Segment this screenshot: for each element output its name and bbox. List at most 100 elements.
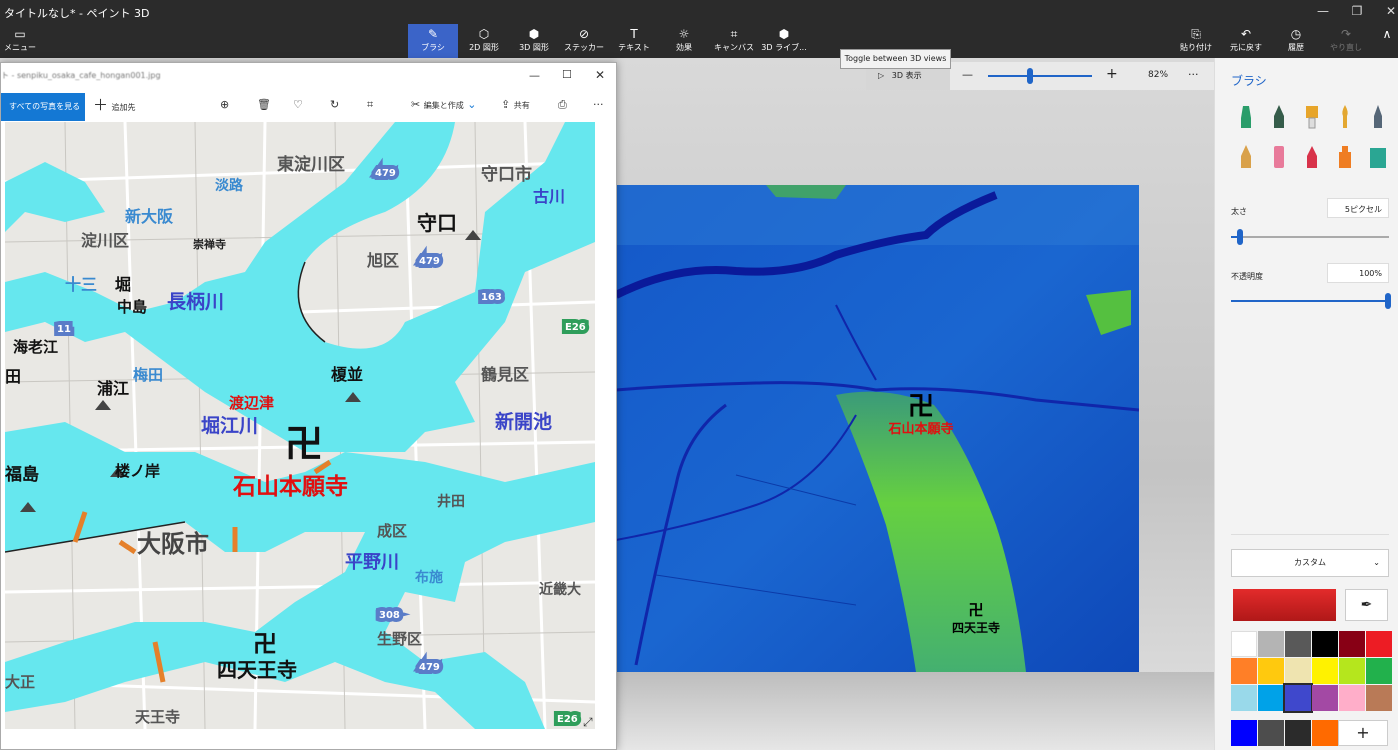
color-swatch[interactable] bbox=[1285, 658, 1311, 684]
tab-2d-shapes[interactable]: ⬡ 2D 図形 bbox=[461, 24, 507, 58]
map-label: 石山本願寺 bbox=[232, 474, 348, 500]
close-button[interactable]: ✕ bbox=[1372, 0, 1398, 24]
elevation-map: 卍 石山本願寺 卍 四天王寺 bbox=[616, 185, 1139, 672]
map3d-label-shitennoji: 四天王寺 bbox=[952, 620, 1000, 635]
color-swatch[interactable] bbox=[1231, 631, 1257, 657]
color-mode-select[interactable]: カスタム ⌄ bbox=[1231, 549, 1389, 577]
undo-button[interactable]: ↶ 元に戻す bbox=[1226, 24, 1266, 58]
expand-icon[interactable]: ⤢ bbox=[583, 715, 593, 730]
see-all-photos-button[interactable]: すべての写真を見る bbox=[1, 93, 85, 121]
print-button[interactable]: ⎙ bbox=[558, 93, 567, 117]
map-label: 長柄川 bbox=[167, 291, 224, 313]
calligraphy-pen-tool-button[interactable] bbox=[1268, 104, 1290, 130]
tab-stickers[interactable]: ⊘ ステッカー bbox=[561, 24, 607, 58]
tab-canvas[interactable]: ⌗ キャンバス bbox=[711, 24, 757, 58]
map-label: 田 bbox=[5, 367, 21, 386]
more-button[interactable]: ··· bbox=[593, 93, 604, 117]
chevron-up-icon: ∧ bbox=[1382, 27, 1392, 41]
pixel-pen-tool-button[interactable] bbox=[1367, 104, 1389, 130]
tab-effects[interactable]: ☼ 効果 bbox=[661, 24, 707, 58]
crop-button[interactable]: ⌗ bbox=[367, 93, 373, 117]
eraser-tool-button[interactable] bbox=[1268, 144, 1290, 170]
rotate-icon: ↻ bbox=[330, 98, 340, 111]
photos-close-button[interactable]: ✕ bbox=[595, 68, 605, 82]
redo-button[interactable]: ↷ やり直し bbox=[1326, 24, 1366, 58]
color-swatch[interactable] bbox=[1231, 720, 1257, 746]
add-to-button[interactable]: ＋ 追加先 bbox=[93, 93, 136, 117]
tab-text[interactable]: T テキスト bbox=[611, 24, 657, 58]
more-options-button[interactable]: ··· bbox=[1188, 68, 1199, 81]
color-swatch[interactable] bbox=[1312, 720, 1338, 746]
opacity-slider-thumb[interactable] bbox=[1385, 293, 1391, 309]
tab-3d-library[interactable]: ⬢ 3D ライブ... bbox=[761, 24, 807, 58]
rotate-button[interactable]: ↻ bbox=[330, 93, 339, 117]
color-swatch[interactable] bbox=[1258, 631, 1284, 657]
color-swatch[interactable] bbox=[1312, 658, 1338, 684]
thickness-input[interactable]: 5ピクセル bbox=[1327, 198, 1389, 218]
calligraphy-pen-icon bbox=[1274, 105, 1284, 128]
map-label: 近畿大 bbox=[539, 581, 581, 598]
color-swatch[interactable] bbox=[1285, 720, 1311, 746]
color-swatch[interactable] bbox=[1231, 685, 1257, 711]
maximize-button[interactable]: ❐ bbox=[1338, 0, 1376, 24]
tab-brush[interactable]: ✎ ブラシ bbox=[408, 24, 458, 58]
more-icon: ··· bbox=[593, 98, 604, 111]
color-swatch[interactable] bbox=[1339, 685, 1365, 711]
edit-create-button[interactable]: ✂ 編集と作成 ⌄ bbox=[411, 93, 476, 117]
watercolor-tool-button[interactable] bbox=[1334, 104, 1356, 130]
menu-button[interactable]: ▭ メニュー bbox=[0, 24, 40, 58]
paste-button[interactable]: ⎘ 貼り付け bbox=[1176, 24, 1216, 58]
color-swatch[interactable] bbox=[1339, 658, 1365, 684]
pencil-tool-button[interactable] bbox=[1235, 144, 1257, 170]
history-button[interactable]: ◷ 履歴 bbox=[1276, 24, 1316, 58]
crayon-tool-button[interactable] bbox=[1301, 144, 1323, 170]
color-swatch[interactable] bbox=[1285, 631, 1311, 657]
pixel-pen-icon bbox=[1374, 105, 1382, 128]
add-color-button[interactable]: + bbox=[1338, 720, 1388, 746]
color-swatch[interactable] bbox=[1283, 683, 1313, 713]
color-swatch[interactable] bbox=[1366, 658, 1392, 684]
fill-tool-button[interactable] bbox=[1367, 144, 1389, 170]
collapse-ribbon-button[interactable]: ∧ bbox=[1376, 24, 1398, 58]
map-label: 新開池 bbox=[495, 410, 552, 433]
thickness-slider[interactable] bbox=[1231, 236, 1389, 238]
color-swatch[interactable] bbox=[1339, 631, 1365, 657]
zoom-slider[interactable] bbox=[988, 75, 1092, 77]
oil-brush-tool-button[interactable] bbox=[1301, 104, 1323, 130]
opacity-input[interactable]: 100% bbox=[1327, 263, 1389, 283]
marker-tool-button[interactable] bbox=[1235, 104, 1257, 130]
panel-title: ブラシ bbox=[1231, 74, 1267, 88]
crop-icon: ⌗ bbox=[367, 98, 374, 111]
spray-can-tool-button[interactable] bbox=[1334, 144, 1356, 170]
eyedropper-button[interactable]: ✒ bbox=[1345, 589, 1388, 621]
thickness-slider-thumb[interactable] bbox=[1237, 229, 1243, 245]
delete-button[interactable]: 🗑 bbox=[257, 93, 271, 117]
photos-minimize-button[interactable]: — bbox=[529, 69, 540, 82]
color-swatch[interactable] bbox=[1258, 685, 1284, 711]
zoom-out-button[interactable]: — bbox=[962, 68, 973, 81]
map-label: 新大阪 bbox=[125, 207, 174, 226]
opacity-slider[interactable] bbox=[1231, 300, 1389, 302]
color-swatch[interactable] bbox=[1312, 631, 1338, 657]
zoom-slider-thumb[interactable] bbox=[1026, 68, 1033, 84]
color-swatch[interactable] bbox=[1366, 685, 1392, 711]
color-swatch[interactable] bbox=[1258, 658, 1284, 684]
canvas-3d-map[interactable]: 卍 石山本願寺 卍 四天王寺 bbox=[616, 185, 1139, 672]
photos-title-bar: ト - senpiku_osaka_cafe_hongan001.jpg — ☐… bbox=[1, 63, 616, 89]
edit-create-label: 編集と作成 bbox=[423, 101, 464, 110]
favorite-button[interactable]: ♡ bbox=[293, 93, 303, 117]
color-swatch[interactable] bbox=[1366, 631, 1392, 657]
share-button[interactable]: ⇪ 共有 bbox=[501, 93, 530, 117]
photos-window: ト - senpiku_osaka_cafe_hongan001.jpg — ☐… bbox=[0, 62, 617, 750]
map-label: 生野区 bbox=[377, 630, 422, 648]
color-swatch[interactable] bbox=[1258, 720, 1284, 746]
current-color-swatch[interactable] bbox=[1233, 589, 1336, 621]
zoom-in-button[interactable]: + bbox=[1106, 66, 1118, 82]
zoom-button[interactable]: ⊕ bbox=[220, 93, 229, 117]
photos-maximize-button[interactable]: ☐ bbox=[562, 68, 572, 81]
tab-3d-shapes[interactable]: ⬢ 3D 図形 bbox=[511, 24, 557, 58]
color-swatch[interactable] bbox=[1312, 685, 1338, 711]
minimize-button[interactable]: — bbox=[1304, 0, 1342, 24]
photos-toolbar: すべての写真を見る ＋ 追加先 ⊕ 🗑 ♡ ↻ ⌗ ✂ 編集と作成 ⌄ ⇪ 共有… bbox=[1, 89, 616, 121]
color-swatch[interactable] bbox=[1231, 658, 1257, 684]
